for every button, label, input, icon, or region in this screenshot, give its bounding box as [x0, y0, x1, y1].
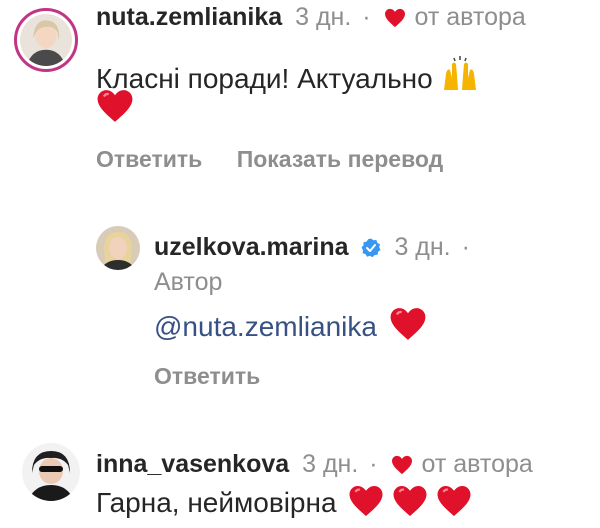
avatar-photo-icon — [20, 14, 72, 66]
heart-emoji — [97, 90, 133, 122]
comment-text: Гарна, неймовірна — [96, 484, 472, 521]
username[interactable]: nuta.zemlianika — [96, 3, 282, 31]
comment-text: @nuta.zemlianika — [154, 306, 427, 345]
username[interactable]: inna_vasenkova — [96, 450, 289, 478]
comment-meta: uzelkova.marina 3 дн. · — [154, 232, 474, 262]
avatar[interactable] — [96, 226, 140, 270]
raised-hands-emoji — [444, 56, 477, 90]
reply-button[interactable]: Ответить — [96, 146, 202, 172]
separator-dot: · — [461, 233, 470, 261]
comment-meta: nuta.zemlianika 3 дн. · от автора — [96, 2, 526, 32]
show-translation-button[interactable]: Показать перевод — [237, 146, 444, 172]
heart-emoji — [390, 308, 426, 340]
separator-dot: · — [362, 3, 371, 31]
author-label: Автор — [154, 268, 223, 296]
reply-button[interactable]: Ответить — [154, 363, 260, 389]
comment-meta: inna_vasenkova 3 дн. · от автора — [96, 449, 533, 479]
comment-text-content: Гарна, неймовірна — [96, 487, 337, 518]
verified-badge-icon — [361, 238, 381, 258]
comment-actions: Ответить Показать перевод — [96, 146, 471, 173]
avatar[interactable] — [22, 443, 80, 501]
heart-emoji — [393, 486, 427, 516]
heart-icon — [391, 455, 412, 475]
separator-dot: · — [369, 450, 378, 478]
username[interactable]: uzelkova.marina — [154, 233, 349, 261]
heart-emoji — [349, 486, 383, 516]
timestamp: 3 дн. — [295, 3, 352, 31]
heart-emoji — [437, 486, 471, 516]
liked-by-author-label: от автора — [414, 3, 526, 31]
comment-text: Класні поради! Актуально — [96, 56, 480, 97]
comment-text-content: Класні поради! Актуально — [96, 63, 433, 94]
comment-actions: Ответить — [154, 363, 288, 390]
avatar-photo-icon — [96, 226, 140, 270]
heart-icon — [384, 8, 405, 28]
liked-by-author-label: от автора — [421, 450, 533, 478]
avatar[interactable] — [14, 8, 78, 72]
mention-link[interactable]: @nuta.zemlianika — [154, 311, 377, 342]
timestamp: 3 дн. — [394, 233, 451, 261]
timestamp: 3 дн. — [302, 450, 359, 478]
avatar-photo-icon — [22, 443, 80, 501]
